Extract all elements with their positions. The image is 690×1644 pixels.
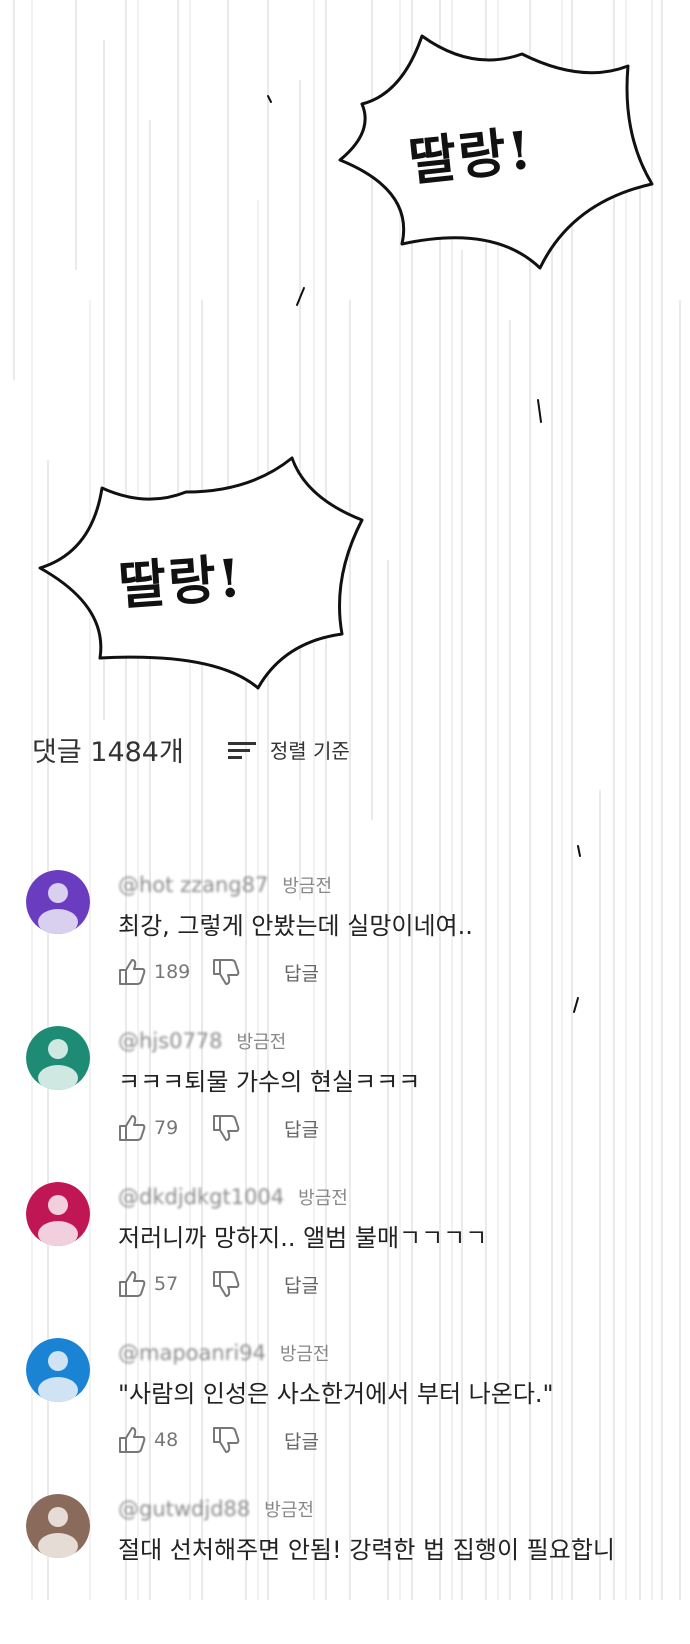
reply-button[interactable]: 답글 [284,1271,319,1298]
user-avatar-icon [26,1494,90,1558]
user-avatar-icon [26,1026,90,1090]
like-count: 57 [154,1273,179,1295]
comment-count: 댓글 1484개 [32,737,184,768]
comment-text: 최강, 그렇게 안봤는데 실망이네여.. [118,912,473,940]
like-count: 48 [154,1429,179,1451]
comment-timestamp: 방금전 [282,876,333,897]
comment-text: 저러니까 망하지.. 앨범 불매ㄱㄱㄱㄱ [118,1224,488,1252]
comment-author-handle[interactable]: @hot zzang87 [118,873,268,897]
comment-timestamp: 방금전 [298,1188,348,1209]
sort-icon [227,741,256,759]
avatar[interactable] [26,1026,90,1090]
comment-author-handle[interactable]: @dkdjdkgt1004 [118,1185,284,1209]
comment-author-handle[interactable]: @gutwdjd88 [118,1497,250,1521]
reply-button[interactable]: 답글 [284,1115,319,1142]
comment-timestamp: 방금전 [279,1344,330,1365]
sfx-speech-burst-bottom: 딸랑! [36,452,368,694]
avatar[interactable] [26,870,90,934]
comment-actions: 57 답글 [116,1268,319,1300]
sort-label: 정렬 기준 [269,739,350,763]
reply-button[interactable]: 답글 [284,959,319,986]
user-avatar-icon [26,870,90,934]
comment-author-handle[interactable]: @hjs0778 [118,1029,223,1053]
sfx-text: 딸랑! [405,119,536,194]
thumbs-down-icon[interactable] [210,1268,242,1300]
like-count: 189 [154,961,191,983]
thumbs-up-icon[interactable] [116,1112,148,1144]
comment-text: "사람의 인성은 사소한거에서 부터 나온다." [118,1380,554,1408]
comment-text: 절대 선처해주면 안됨! 강력한 법 집행이 필요합니 [118,1536,615,1564]
sfx-text: 딸랑! [116,547,245,618]
like-count: 79 [154,1117,179,1139]
thumbs-up-icon[interactable] [116,1268,148,1300]
comment-timestamp: 방금전 [236,1032,287,1053]
comment-item: @hot zzang87 방금전 최강, 그렇게 안봤는데 실망이네여.. 189… [26,870,690,1020]
thumbs-up-icon[interactable] [116,956,148,988]
comment-item: @hjs0778 방금전 ㅋㅋㅋ퇴물 가수의 현실ㅋㅋㅋ 79 답글 [26,1026,690,1176]
sfx-speech-burst-top: 딸랑! [322,24,656,276]
thumbs-down-icon[interactable] [210,1112,242,1144]
thumbs-down-icon[interactable] [210,1424,242,1456]
reply-button[interactable]: 답글 [284,1427,319,1454]
comment-timestamp: 방금전 [264,1500,314,1521]
user-avatar-icon [26,1182,90,1246]
comments-header: 댓글 1484개 정렬 기준 [32,730,350,769]
comment-item: @mapoanri94 방금전 "사람의 인성은 사소한거에서 부터 나온다." … [26,1338,690,1488]
comment-author-handle[interactable]: @mapoanri94 [118,1341,266,1365]
comment-item: @dkdjdkgt1004 방금전 저러니까 망하지.. 앨범 불매ㄱㄱㄱㄱ 57… [26,1182,690,1332]
thumbs-up-icon[interactable] [116,1424,148,1456]
comment-actions: 48 답글 [116,1424,319,1456]
avatar[interactable] [26,1338,90,1402]
comment-actions: 189 답글 [116,956,319,988]
avatar[interactable] [26,1494,90,1558]
comment-actions: 79 답글 [116,1112,319,1144]
avatar[interactable] [26,1182,90,1246]
thumbs-down-icon[interactable] [210,956,242,988]
sort-button[interactable]: 정렬 기준 [227,735,350,764]
comment-item: @gutwdjd88 방금전 절대 선처해주면 안됨! 강력한 법 집행이 필요합… [26,1494,690,1644]
user-avatar-icon [26,1338,90,1402]
comment-text: ㅋㅋㅋ퇴물 가수의 현실ㅋㅋㅋ [118,1068,421,1096]
